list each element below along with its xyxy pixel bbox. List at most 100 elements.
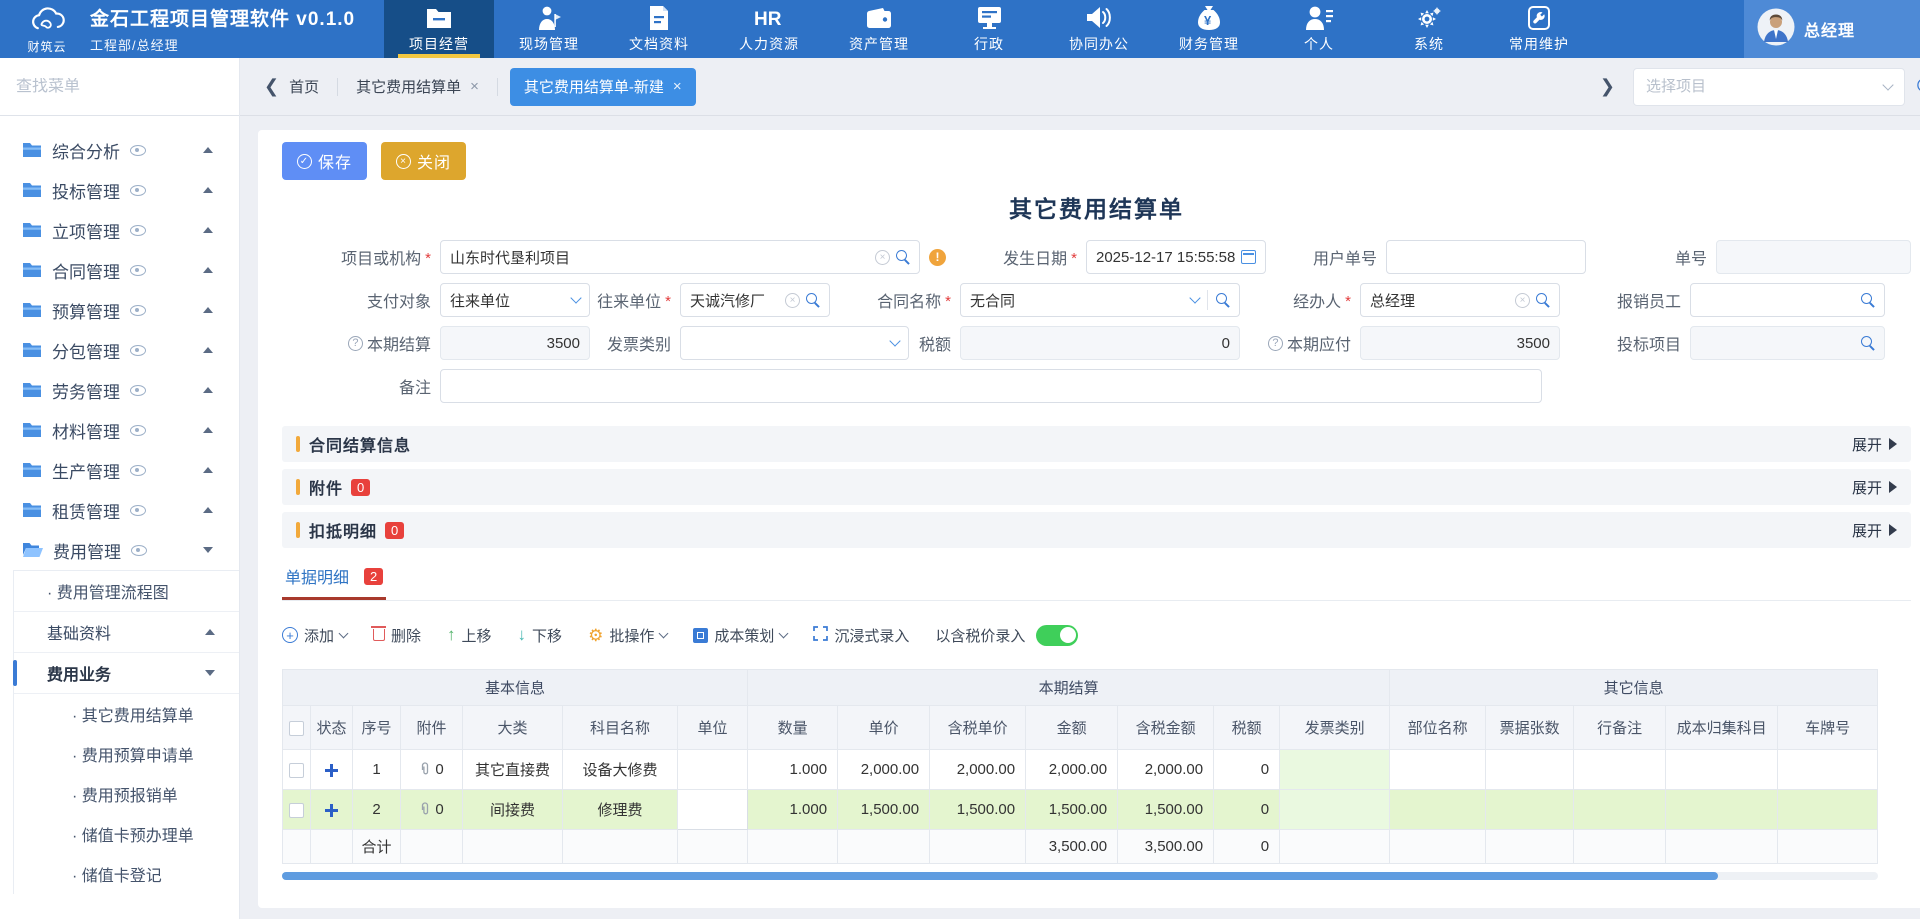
close-icon[interactable]: × <box>470 78 479 95</box>
move-up-button[interactable]: ↑ 上移 <box>447 625 492 646</box>
sidebar-item-费用业务[interactable]: 费用业务 <box>14 653 239 694</box>
cell-amount[interactable]: 1,500.00 <box>1026 790 1118 830</box>
field-单号[interactable] <box>1716 240 1911 274</box>
cell-checkbox[interactable] <box>283 790 311 830</box>
cell-invoice_type[interactable] <box>1280 790 1390 830</box>
triangle-up-icon[interactable] <box>203 307 213 313</box>
search-icon[interactable] <box>1861 336 1875 350</box>
cell-unit[interactable] <box>678 750 748 790</box>
sidebar-item-劳务管理[interactable]: 劳务管理 <box>0 370 239 410</box>
sidebar-item-合同管理[interactable]: 合同管理 <box>0 250 239 290</box>
sidebar-item-投标管理[interactable]: 投标管理 <box>0 170 239 210</box>
cell-amount_tax[interactable]: 2,000.00 <box>1118 750 1214 790</box>
sidebar-item-立项管理[interactable]: 立项管理 <box>0 210 239 250</box>
tab-detail-lines[interactable]: 单据明细 2 <box>282 564 386 600</box>
field-用户单号[interactable] <box>1386 240 1586 274</box>
cell-category[interactable]: 其它直接费 <box>463 750 563 790</box>
sidebar-item-预算管理[interactable]: 预算管理 <box>0 290 239 330</box>
field-报销员工[interactable] <box>1690 283 1885 317</box>
triangle-down-icon[interactable] <box>203 547 213 553</box>
chevron-down-icon[interactable] <box>1189 292 1200 303</box>
sidebar-item-基础资料[interactable]: 基础资料 <box>14 612 239 653</box>
sidebar-item-材料管理[interactable]: 材料管理 <box>0 410 239 450</box>
cell-tickets[interactable] <box>1486 750 1574 790</box>
save-button[interactable]: ✓ 保存 <box>282 142 367 180</box>
triangle-up-icon[interactable] <box>205 629 215 635</box>
nav-item-行政[interactable]: 行政 <box>934 0 1044 58</box>
toggle-on-icon[interactable] <box>1036 625 1078 646</box>
calendar-icon[interactable] <box>1241 250 1256 264</box>
cell-seq[interactable]: 2 <box>353 790 401 830</box>
triangle-up-icon[interactable] <box>203 467 213 473</box>
eye-icon[interactable] <box>130 345 146 356</box>
triangle-up-icon[interactable] <box>203 147 213 153</box>
expand-button[interactable]: 展开 <box>1852 477 1897 498</box>
cell-cost_subject[interactable] <box>1666 750 1778 790</box>
field-本期结算[interactable]: 3500 <box>440 326 590 360</box>
eye-icon[interactable] <box>130 225 146 236</box>
plus-status-icon[interactable] <box>325 764 338 777</box>
chevron-down-icon[interactable] <box>889 335 900 346</box>
field-合同名称[interactable]: 无合同 <box>960 283 1240 317</box>
move-down-button[interactable]: ↓ 下移 <box>518 625 563 646</box>
cell-subject[interactable]: 设备大修费 <box>563 750 678 790</box>
expand-button[interactable]: 展开 <box>1852 520 1897 541</box>
cell-invoice_type[interactable] <box>1280 750 1390 790</box>
field-税额[interactable]: 0 <box>960 326 1240 360</box>
tab-其它费用结算单[interactable]: 其它费用结算单× <box>350 68 485 106</box>
cell-seq[interactable]: 1 <box>353 750 401 790</box>
cost-plan-button[interactable]: 成本策划 <box>693 625 787 646</box>
clear-icon[interactable]: × <box>1515 293 1530 308</box>
row-checkbox[interactable] <box>289 803 304 818</box>
sidebar-item-储值卡预办理单[interactable]: · 储值卡预办理单 <box>14 814 239 854</box>
close-button[interactable]: × 关闭 <box>381 142 466 180</box>
field-发票类别[interactable] <box>680 326 909 360</box>
cell-attach[interactable]: 0 <box>401 790 463 830</box>
search-icon[interactable] <box>1861 293 1875 307</box>
chevron-left-icon[interactable]: ❮ <box>260 76 283 97</box>
triangle-down-icon[interactable] <box>205 670 215 676</box>
cell-part[interactable] <box>1390 750 1486 790</box>
sidebar-item-生产管理[interactable]: 生产管理 <box>0 450 239 490</box>
cell-unit[interactable] <box>678 790 748 830</box>
cell-amount_tax[interactable]: 1,500.00 <box>1118 790 1214 830</box>
nav-item-项目经营[interactable]: 项目经营 <box>384 0 494 58</box>
cell-category[interactable]: 间接费 <box>463 790 563 830</box>
search-icon[interactable] <box>1536 293 1550 307</box>
cell-price_tax[interactable]: 1,500.00 <box>930 790 1026 830</box>
eye-icon[interactable] <box>130 385 146 396</box>
cell-price[interactable]: 2,000.00 <box>838 750 930 790</box>
sidebar-item-费用管理[interactable]: 费用管理 <box>0 530 239 570</box>
eye-icon[interactable] <box>130 425 146 436</box>
clear-icon[interactable]: × <box>785 293 800 308</box>
field-往来单位[interactable]: 天诚汽修厂× <box>680 283 830 317</box>
sidebar-item-分包管理[interactable]: 分包管理 <box>0 330 239 370</box>
sidebar-item-综合分析[interactable]: 综合分析 <box>0 130 239 170</box>
cell-price[interactable]: 1,500.00 <box>838 790 930 830</box>
cell-tickets[interactable] <box>1486 790 1574 830</box>
eye-icon[interactable] <box>130 465 146 476</box>
field-本期应付[interactable]: 3500 <box>1360 326 1560 360</box>
cell-tax[interactable]: 0 <box>1214 790 1280 830</box>
user-avatar-icon[interactable] <box>1757 8 1795 51</box>
cell-status[interactable] <box>311 790 353 830</box>
cell-plate[interactable] <box>1778 790 1878 830</box>
add-row-button[interactable]: + 添加 <box>282 625 347 646</box>
search-icon[interactable] <box>1216 293 1230 307</box>
project-picker-input[interactable] <box>1646 78 1884 95</box>
triangle-up-icon[interactable] <box>203 347 213 353</box>
cell-subject[interactable]: 修理费 <box>563 790 678 830</box>
triangle-up-icon[interactable] <box>203 187 213 193</box>
triangle-up-icon[interactable] <box>203 427 213 433</box>
clear-icon[interactable]: × <box>875 250 890 265</box>
close-icon[interactable]: × <box>673 78 682 95</box>
user-area[interactable]: 总经理 <box>1744 0 1920 58</box>
sidebar-item-费用预算申请单[interactable]: · 费用预算申请单 <box>14 734 239 774</box>
cell-note[interactable] <box>1574 750 1666 790</box>
chevron-right-icon[interactable]: ❯ <box>1596 76 1619 97</box>
cell-checkbox[interactable] <box>283 750 311 790</box>
cell-qty[interactable]: 1.000 <box>748 750 838 790</box>
field-投标项目[interactable] <box>1690 326 1885 360</box>
field-支付对象[interactable]: 往来单位 <box>440 283 590 317</box>
search-icon[interactable] <box>806 293 820 307</box>
